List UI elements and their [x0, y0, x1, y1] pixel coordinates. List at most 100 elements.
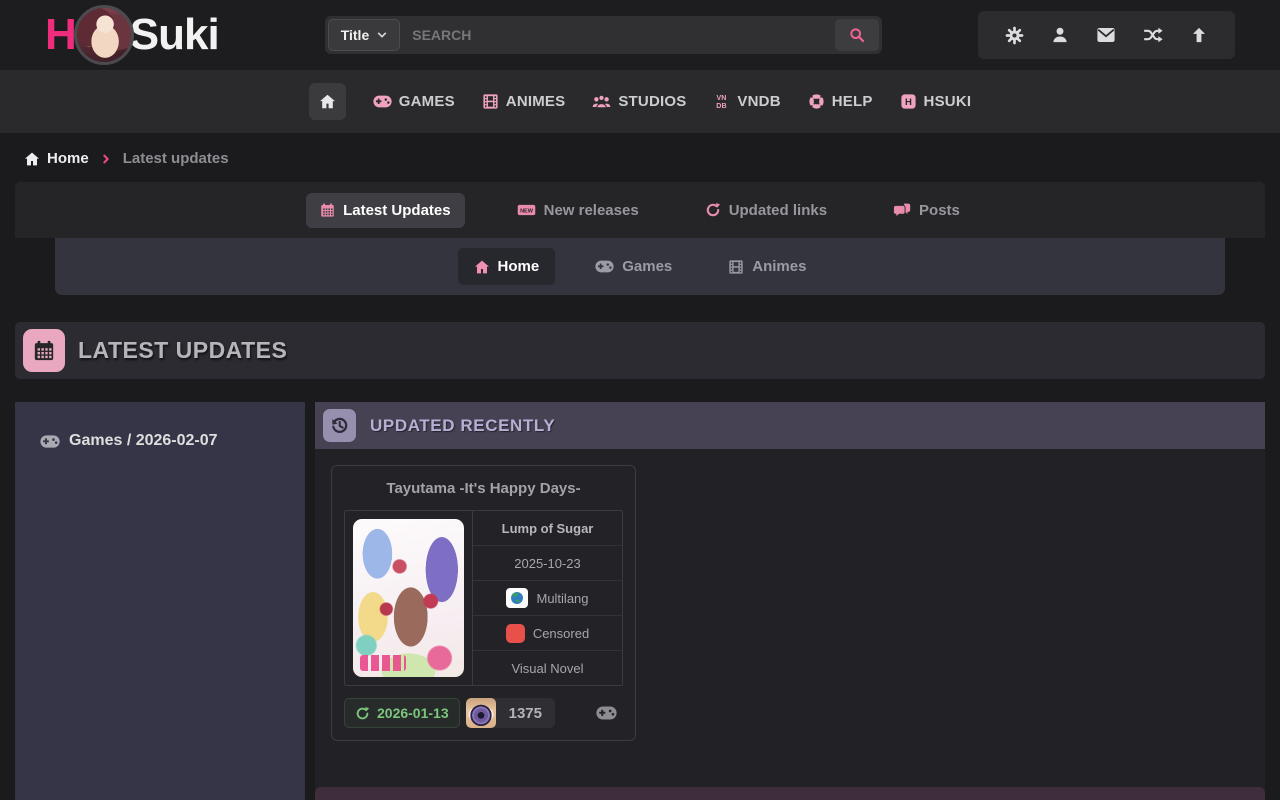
panel-header: UPDATED RECENTLY [315, 402, 1265, 449]
studio-name: Lump of Sugar [502, 521, 594, 536]
svg-text:NEW: NEW [520, 209, 534, 215]
nav-item-vndb[interactable]: VN DB VNDB [713, 93, 780, 110]
release-date: 2025-10-23 [514, 556, 581, 571]
last-update-badge[interactable]: 2026-01-13 [344, 698, 460, 728]
nav-item-help[interactable]: HELP [808, 93, 873, 110]
nav-item-studios[interactable]: STUDIOS [592, 93, 686, 110]
breadcrumb-home-label: Home [47, 150, 89, 167]
upload-icon[interactable] [1190, 26, 1208, 44]
gamepad-icon [373, 94, 392, 109]
type-row: Visual Novel [473, 651, 622, 685]
release-date-row: 2025-10-23 [473, 546, 622, 581]
cover-logo-mark [360, 655, 406, 671]
life-ring-icon [808, 93, 825, 110]
game-info: Lump of Sugar 2025-10-23 [472, 511, 622, 685]
updates-panel: UPDATED RECENTLY Tayutama -It's Happy Da… [315, 402, 1265, 800]
refresh-icon [355, 706, 370, 721]
language-row: Multilang [473, 581, 622, 616]
tab-label: New releases [544, 202, 639, 219]
search-icon [849, 27, 865, 43]
search-category-value: Title [341, 27, 370, 43]
vndb-icon: VN DB [713, 93, 730, 110]
breadcrumb-current: Latest updates [123, 150, 229, 167]
messages-icon[interactable] [1096, 26, 1116, 44]
subtab-label: Animes [752, 258, 806, 275]
game-title[interactable]: Tayutama -It's Happy Days- [344, 478, 623, 510]
nav-item-label: ANIMES [506, 93, 566, 110]
nav-item-label: VNDB [737, 93, 780, 110]
studio-row[interactable]: Lump of Sugar [473, 511, 622, 546]
tab-latest-updates[interactable]: Latest Updates [306, 193, 465, 228]
home-icon [24, 151, 40, 167]
logo-avatar [74, 5, 134, 65]
nav-item-animes[interactable]: ANIMES [482, 93, 566, 110]
gamepad-icon[interactable] [596, 706, 617, 720]
new-badge-icon: NEW [517, 203, 536, 217]
logo-text-suffix: Suki [130, 10, 219, 60]
censored-icon [506, 624, 525, 643]
calendar-icon [23, 329, 65, 372]
logo-text-prefix: H [45, 10, 76, 60]
tab-label: Updated links [729, 202, 827, 219]
subtab-animes[interactable]: Animes [712, 248, 822, 285]
uploader-avatar [466, 698, 496, 728]
nav-item-label: STUDIOS [618, 93, 686, 110]
tab-posts[interactable]: Posts [879, 193, 974, 228]
card-footer: 2026-01-13 1375 [344, 698, 623, 728]
h-square-icon: H [900, 93, 917, 110]
tab-new-releases[interactable]: NEW New releases [503, 193, 653, 228]
calendar-icon [320, 202, 335, 218]
game-card: Tayutama -It's Happy Days- Lump of Sugar… [331, 465, 636, 741]
tab-label: Latest Updates [343, 202, 451, 219]
breadcrumb: Home Latest updates [24, 150, 1280, 167]
gamepad-icon [595, 259, 614, 274]
breadcrumb-home-link[interactable]: Home [24, 150, 89, 167]
nav-item-hsuki[interactable]: H HSUKI [900, 93, 972, 110]
views-badge[interactable]: 1375 [466, 698, 555, 728]
film-icon [728, 259, 744, 275]
content: Games / 2026-02-07 UPDATED RECENTLY Tayu… [15, 402, 1265, 800]
game-type: Visual Novel [511, 661, 583, 676]
settings-icon[interactable] [1005, 26, 1024, 45]
censorship-row: Censored [473, 616, 622, 651]
random-icon[interactable] [1143, 26, 1163, 44]
nav-home-button[interactable] [309, 83, 346, 120]
top-bar: H Suki Title [0, 0, 1280, 70]
censorship-label: Censored [533, 626, 589, 641]
subtab-games[interactable]: Games [579, 248, 688, 285]
last-update-date: 2026-01-13 [377, 705, 449, 721]
language-label: Multilang [536, 591, 588, 606]
main-nav: GAMES ANIMES STUDIOS [0, 70, 1280, 133]
svg-text:H: H [905, 97, 912, 108]
sidebar-date-group[interactable]: Games / 2026-02-07 [40, 432, 305, 450]
profile-icon[interactable] [1051, 26, 1069, 44]
nav-item-games[interactable]: GAMES [373, 93, 455, 110]
comments-icon [893, 203, 911, 218]
section-header: LATEST UPDATES [15, 322, 1265, 379]
home-icon [319, 93, 336, 110]
cover-cell [345, 511, 472, 685]
history-icon [323, 409, 356, 442]
search-input[interactable] [400, 19, 834, 51]
views-count: 1375 [496, 705, 555, 722]
gamepad-icon [40, 434, 60, 449]
tab-updated-links[interactable]: Updated links [691, 193, 841, 228]
globe-icon [506, 588, 528, 608]
search-category-select[interactable]: Title [328, 19, 401, 51]
game-cover-art[interactable] [353, 519, 464, 677]
quick-actions [978, 11, 1235, 59]
site-logo[interactable]: H Suki [45, 5, 219, 65]
sidebar-date-label: Games / 2026-02-07 [69, 432, 218, 450]
panel-title: UPDATED RECENTLY [370, 416, 555, 436]
subtab-label: Home [498, 258, 540, 275]
next-section-header[interactable] [315, 787, 1265, 800]
chevron-right-icon [101, 153, 111, 165]
nav-item-label: HELP [832, 93, 873, 110]
film-icon [482, 93, 499, 110]
card-grid: Tayutama -It's Happy Days- Lump of Sugar… [315, 449, 1265, 787]
search-button[interactable] [835, 19, 879, 51]
game-card-body: Lump of Sugar 2025-10-23 [344, 510, 623, 686]
subtab-label: Games [622, 258, 672, 275]
subtab-home[interactable]: Home [458, 248, 556, 285]
refresh-icon [705, 202, 721, 218]
